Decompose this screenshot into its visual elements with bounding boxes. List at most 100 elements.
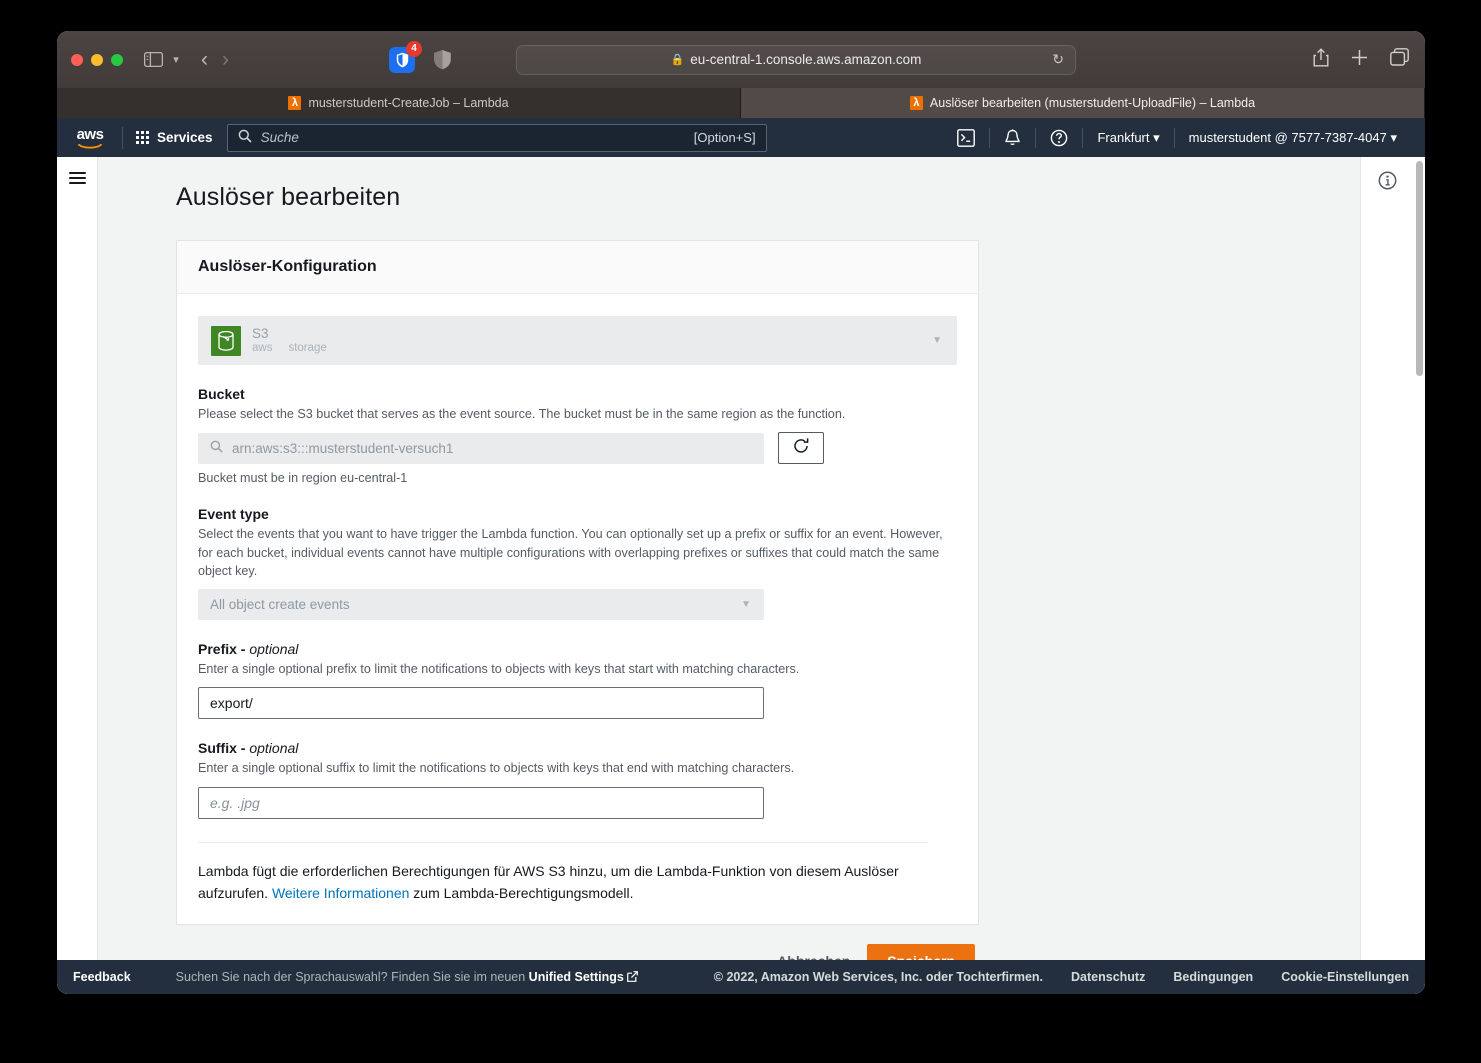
privacy-shield-icon[interactable] <box>431 48 453 72</box>
bucket-hint: Bucket must be in region eu-central-1 <box>198 471 408 486</box>
bell-icon[interactable] <box>990 128 1035 147</box>
minimize-window-button[interactable] <box>91 53 103 66</box>
search-placeholder: Suche <box>260 130 299 145</box>
browser-tab-1[interactable]: λ musterstudent-CreateJob – Lambda <box>57 88 741 118</box>
external-link-icon <box>626 971 638 982</box>
trigger-source-select[interactable]: S3 aws storage ▼ <box>198 316 957 365</box>
trigger-source-meta: S3 aws storage <box>252 326 327 356</box>
scrollbar-thumb[interactable] <box>1416 161 1423 376</box>
bucket-label: Bucket <box>198 386 245 402</box>
suffix-label: Suffix - optional <box>198 740 957 756</box>
prefix-field: Prefix - optional Enter a single optiona… <box>198 641 957 720</box>
unified-settings-link[interactable]: Unified Settings <box>529 970 624 984</box>
browser-tab-2-title: Auslöser bearbeiten (musterstudent-Uploa… <box>929 96 1256 110</box>
main-content: Auslöser bearbeiten Auslöser-Konfigurati… <box>98 157 1360 960</box>
suffix-input[interactable]: e.g. .jpg <box>198 786 764 819</box>
aws-logo[interactable]: aws <box>71 127 109 149</box>
trigger-source-namespace: aws <box>252 342 273 355</box>
search-icon <box>210 440 223 456</box>
help-icon[interactable] <box>1036 129 1082 147</box>
cloudshell-icon[interactable] <box>943 128 989 147</box>
services-menu-button[interactable]: Services <box>136 130 213 145</box>
bucket-search-input[interactable]: arn:aws:s3:::musterstudent-versuch1 <box>198 432 764 464</box>
event-type-label: Event type <box>198 506 269 523</box>
search-input[interactable]: Suche [Option+S] <box>226 123 767 152</box>
tab-overview-icon[interactable] <box>1390 48 1409 71</box>
share-icon[interactable] <box>1313 47 1329 72</box>
plus-icon[interactable] <box>1351 49 1368 71</box>
page-title: Auslöser bearbeiten <box>176 183 401 211</box>
language-note-text: Suchen Sie nach der Sprachauswahl? Finde… <box>175 970 529 984</box>
copyright-text: © 2022, Amazon Web Services, Inc. oder T… <box>713 970 1044 984</box>
forward-arrow-icon[interactable]: › <box>222 49 229 70</box>
grid-icon <box>136 131 149 144</box>
maximize-window-button[interactable] <box>111 53 123 66</box>
close-window-button[interactable] <box>71 53 83 66</box>
prefix-label-text: Prefix - <box>198 641 250 657</box>
account-menu[interactable]: musterstudent @ 7577-7387-4047 ▾ <box>1175 130 1411 146</box>
extension-badge-count: 4 <box>406 40 422 57</box>
address-bar-url: eu-central-1.console.aws.amazon.com <box>690 52 922 67</box>
card-body: S3 aws storage ▼ Bucket Please select th… <box>177 294 978 924</box>
aws-logo-wordmark: aws <box>76 125 104 143</box>
card-heading: Auslöser-Konfiguration <box>177 241 978 294</box>
navigation-arrows: ‹ › <box>201 49 229 70</box>
chevron-down-icon: ▼ <box>741 599 751 610</box>
console-body: Auslöser bearbeiten Auslöser-Konfigurati… <box>57 157 1425 960</box>
account-label: musterstudent @ 7577-7387-4047 <box>1188 129 1387 145</box>
suffix-description: Enter a single optional suffix to limit … <box>198 761 795 776</box>
page-scrollbar[interactable] <box>1414 157 1425 960</box>
prefix-optional-text: optional <box>249 641 299 657</box>
footer-link-terms[interactable]: Bedingungen <box>1173 970 1253 984</box>
region-selector[interactable]: Frankfurt ▾ <box>1083 130 1173 146</box>
left-navigation-rail <box>57 157 98 960</box>
prefix-label: Prefix - optional <box>198 641 957 657</box>
trigger-configuration-card: Auslöser-Konfiguration S3 aws storage ▼ … <box>176 240 979 925</box>
aws-smile-icon <box>78 143 102 148</box>
chevron-down-icon: ▼ <box>932 335 942 346</box>
bucket-description: Please select the S3 bucket that serves … <box>198 407 846 421</box>
browser-tab-2[interactable]: λ Auslöser bearbeiten (musterstudent-Upl… <box>741 88 1425 118</box>
back-arrow-icon[interactable]: ‹ <box>201 49 208 70</box>
save-button[interactable]: Speichern <box>867 943 975 960</box>
info-icon[interactable] <box>1378 171 1397 190</box>
footer-link-cookies[interactable]: Cookie-Einstellungen <box>1281 970 1409 984</box>
bucket-value: arn:aws:s3:::musterstudent-versuch1 <box>232 440 454 456</box>
header-divider <box>122 126 123 149</box>
bucket-input-row: arn:aws:s3:::musterstudent-versuch1 <box>198 432 957 465</box>
extension-icons: 4 <box>389 40 453 73</box>
feedback-link[interactable]: Feedback <box>73 970 131 984</box>
prefix-input[interactable]: export/ <box>198 687 764 720</box>
more-information-link[interactable]: Weitere Informationen <box>272 885 409 901</box>
reload-icon[interactable]: ↻ <box>1052 51 1064 68</box>
sidebar-chevron-down-icon[interactable]: ▾ <box>167 50 185 70</box>
adblock-shield-icon[interactable]: 4 <box>389 40 422 73</box>
refresh-buckets-button[interactable] <box>778 432 824 465</box>
event-type-value: All object create events <box>210 597 350 612</box>
search-shortcut-hint: [Option+S] <box>693 130 756 145</box>
cancel-button[interactable]: Abbrechen <box>777 953 850 960</box>
s3-bucket-icon <box>211 325 241 356</box>
hamburger-menu-icon[interactable] <box>68 172 86 960</box>
bucket-field: Bucket Please select the S3 bucket that … <box>198 386 957 485</box>
suffix-label-text: Suffix - <box>198 740 250 757</box>
lock-icon: 🔒 <box>670 54 685 66</box>
browser-window: ▾ ‹ › 4 🔒 eu-central-1.console.aws.amazo… <box>57 31 1425 994</box>
language-settings-note: Suchen Sie nach der Sprachauswahl? Finde… <box>176 970 638 984</box>
browser-tabstrip: λ musterstudent-CreateJob – Lambda λ Aus… <box>57 88 1425 118</box>
form-actions: Abbrechen Speichern <box>176 925 979 960</box>
lambda-favicon-icon: λ <box>288 96 302 110</box>
trigger-source-category: storage <box>288 342 327 355</box>
prefix-description: Enter a single optional prefix to limit … <box>198 662 800 676</box>
footer-link-privacy[interactable]: Datenschutz <box>1071 970 1145 984</box>
trigger-source-name: S3 <box>252 325 269 341</box>
region-label: Frankfurt <box>1097 129 1150 145</box>
aws-footer: Feedback Suchen Sie nach der Sprachauswa… <box>57 960 1425 994</box>
address-bar[interactable]: 🔒 eu-central-1.console.aws.amazon.com ↻ <box>516 44 1076 75</box>
permissions-note: Lambda fügt die erforderlichen Berechtig… <box>198 841 928 924</box>
header-right-actions: Frankfurt ▾ musterstudent @ 7577-7387-40… <box>943 127 1411 148</box>
event-type-select[interactable]: All object create events ▼ <box>198 589 764 620</box>
sidebar-toggle-icon[interactable] <box>141 49 165 71</box>
browser-tab-1-title: musterstudent-CreateJob – Lambda <box>308 96 509 110</box>
services-menu-label: Services <box>157 130 213 145</box>
